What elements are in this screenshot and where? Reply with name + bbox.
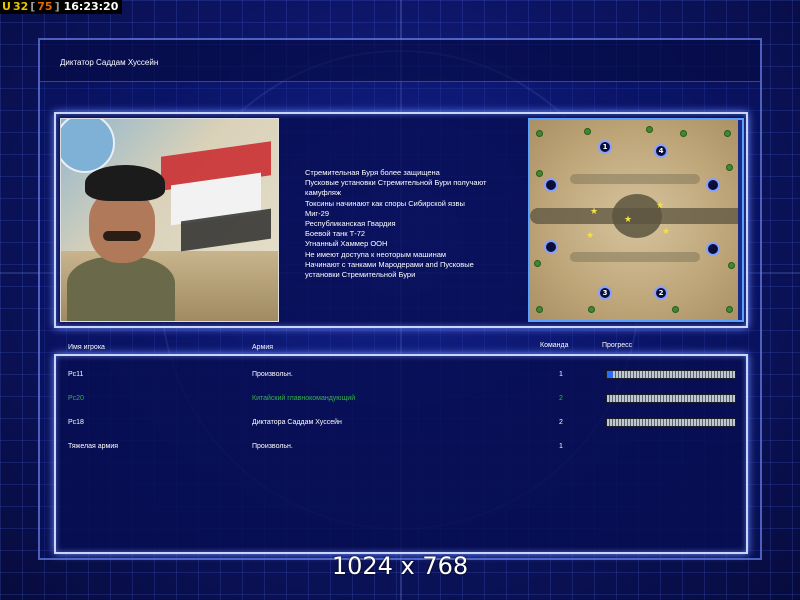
player-row[interactable]: Pc11 Произвольн. 1 <box>56 366 746 384</box>
title-bar: Диктатор Саддам Хуссейн <box>40 40 760 82</box>
tree-icon <box>534 260 541 267</box>
description-line: установки Стремительной Бури <box>305 270 416 280</box>
supply-star-icon: ★ <box>624 215 633 225</box>
player-team[interactable]: 1 <box>559 443 563 450</box>
hud-bracket-open: [ <box>30 0 36 13</box>
map-ridge <box>570 252 700 262</box>
column-progress[interactable]: Прогресс <box>602 342 632 349</box>
supply-star-icon: ★ <box>590 207 599 217</box>
tree-icon <box>536 306 543 313</box>
column-team[interactable]: Команда <box>540 342 569 349</box>
description-line: Боевой танк Т-72 <box>305 229 366 239</box>
hud-prefix: U <box>2 0 11 13</box>
supply-star-icon: ★ <box>586 231 595 241</box>
player-name: Тяжелая армия <box>68 443 119 450</box>
player-team[interactable]: 1 <box>559 371 563 378</box>
hud-count: 32 <box>12 0 29 13</box>
player-row[interactable]: Pc18 Диктатора Саддам Хуссейн 2 <box>56 414 746 432</box>
hud-clock: 16:23:20 <box>63 0 119 13</box>
start-position-1[interactable]: 1 <box>598 140 612 154</box>
general-uniform <box>67 257 175 321</box>
player-army[interactable]: Произвольн. <box>252 371 293 378</box>
start-position-4[interactable]: 4 <box>654 144 668 158</box>
tree-icon <box>672 306 679 313</box>
player-list-header: Имя игрока Армия Команда Прогресс <box>54 340 748 354</box>
description-line: Миг-29 <box>305 208 330 218</box>
tree-icon <box>728 262 735 269</box>
general-face <box>89 191 155 263</box>
start-position[interactable] <box>544 240 558 254</box>
progress-fill <box>607 371 614 378</box>
player-list: Pc11 Произвольн. 1 Pc20 Китайский главно… <box>54 354 748 554</box>
description-line: Не имеют доступа к неоторым машинам <box>305 249 447 259</box>
description-line: Угнанный Хаммер ООН <box>305 239 388 249</box>
player-row[interactable]: Pc20 Китайский главнокомандующий 2 <box>56 390 746 408</box>
description-line: Токсины начинают как споры Сибирской язв… <box>305 198 465 208</box>
general-portrait <box>60 118 279 322</box>
player-army[interactable]: Китайский главнокомандующий <box>252 395 355 402</box>
resolution-label: 1024 x 768 <box>331 552 469 580</box>
description-line: камуфляж <box>305 188 341 198</box>
description-line: Республиканская Гвардия <box>305 219 396 229</box>
player-team[interactable]: 2 <box>559 395 563 402</box>
hud-status-bar: U 32 [75] 16:23:20 <box>0 0 123 14</box>
player-progress-bar <box>606 370 736 379</box>
tree-icon <box>584 128 591 135</box>
start-position[interactable] <box>706 242 720 256</box>
general-figure <box>67 165 175 321</box>
player-name: Pc20 <box>68 395 84 402</box>
player-name: Pc18 <box>68 419 84 426</box>
tree-icon <box>726 164 733 171</box>
start-position[interactable] <box>544 178 558 192</box>
tree-icon <box>680 130 687 137</box>
tree-icon <box>726 306 733 313</box>
player-row[interactable]: Тяжелая армия Произвольн. 1 <box>56 438 746 456</box>
start-position-3[interactable]: 3 <box>598 286 612 300</box>
supply-star-icon: ★ <box>662 227 671 237</box>
supply-star-icon: ★ <box>656 201 665 211</box>
start-position[interactable] <box>706 178 720 192</box>
general-moustache <box>103 231 141 241</box>
tree-icon <box>536 130 543 137</box>
hud-bracket-close: ] <box>54 0 60 13</box>
column-army[interactable]: Армия <box>252 344 273 351</box>
column-player-name[interactable]: Имя игрока <box>68 344 105 351</box>
player-progress-bar <box>606 418 736 427</box>
player-progress-bar <box>606 394 736 403</box>
player-army[interactable]: Диктатора Саддам Хуссейн <box>252 419 342 426</box>
description-line: Стремительная Буря более защищена <box>305 168 440 177</box>
player-army[interactable]: Произвольн. <box>252 443 293 450</box>
general-description: Стремительная Буря более защищена Пусков… <box>305 168 525 280</box>
tree-icon <box>724 130 731 137</box>
general-beret <box>85 165 165 201</box>
hud-secondary: 75 <box>37 0 53 13</box>
player-team[interactable]: 2 <box>559 419 563 426</box>
map-center-crater <box>612 194 662 238</box>
general-info-panel: Стремительная Буря более защищена Пусков… <box>54 112 748 328</box>
tree-icon <box>646 126 653 133</box>
page-title: Диктатор Саддам Хуссейн <box>60 58 159 67</box>
player-name: Pc11 <box>68 371 84 378</box>
description-line: Пусковые установки Стремительной Бури по… <box>305 178 487 188</box>
map-ridge <box>570 174 700 184</box>
tree-icon <box>536 170 543 177</box>
tree-icon <box>588 306 595 313</box>
map-scrollbar[interactable] <box>738 120 742 320</box>
map-preview[interactable]: 1 4 3 2 ★ ★ ★ ★ ★ <box>528 118 744 322</box>
description-line: Начинают с танками Мародерами and Пусков… <box>305 259 474 269</box>
start-position-2[interactable]: 2 <box>654 286 668 300</box>
